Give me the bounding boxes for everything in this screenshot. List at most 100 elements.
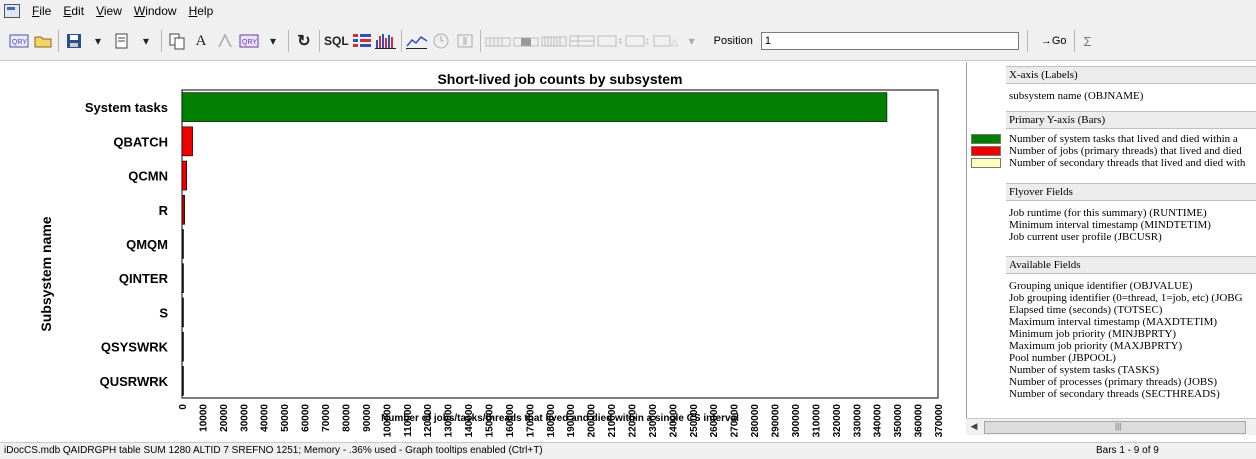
bar[interactable] xyxy=(181,160,187,191)
svg-text:△: △ xyxy=(671,37,678,47)
properties-dropdown-icon[interactable]: ▾ xyxy=(135,29,157,53)
bar[interactable] xyxy=(181,297,184,328)
y-tick-label: QCMN xyxy=(128,169,168,184)
y-tick-label: QSYSWRK xyxy=(101,340,169,355)
bars-dropdown-icon[interactable]: ▾ xyxy=(681,29,703,53)
menu-bar: File Edit View Window Help xyxy=(0,0,1256,23)
available-field[interactable]: Number of secondary threads (SECTHREADS) xyxy=(1009,388,1220,400)
sum-icon[interactable]: Σ xyxy=(1084,34,1092,49)
go-button[interactable]: →Go xyxy=(1037,35,1071,47)
legend-bar-label[interactable]: Number of jobs (primary threads) that li… xyxy=(1009,145,1242,157)
position-label: Position xyxy=(713,35,753,47)
x-tick-label: 60000 xyxy=(301,404,312,432)
x-tick-label: 80000 xyxy=(341,404,352,432)
flyover-field[interactable]: Job current user profile (JBCUSR) xyxy=(1009,231,1162,243)
bars-thin-icon[interactable] xyxy=(485,29,511,53)
svg-text:QRY: QRY xyxy=(242,39,257,46)
available-field[interactable]: Job grouping identifier (0=thread, 1=job… xyxy=(1009,292,1243,304)
available-field[interactable]: Maximum job priority (MAXJBPRTY) xyxy=(1009,340,1182,352)
toolbar-separator xyxy=(288,30,289,52)
y-tick-label: QUSRWRK xyxy=(100,374,169,389)
bars-wide-icon[interactable] xyxy=(541,29,567,53)
bars-sort-icon[interactable]: ‡ xyxy=(625,29,651,53)
x-tick-label: 30000 xyxy=(239,404,250,432)
xaxis-field[interactable]: subsystem name (OBJNAME) xyxy=(1009,90,1143,102)
line-chart-icon[interactable] xyxy=(405,29,428,53)
copy-icon[interactable] xyxy=(166,29,188,53)
legend-horizontal-scrollbar[interactable]: ◀ ||| xyxy=(966,418,1256,435)
legend-swatch-yellow[interactable] xyxy=(971,158,1001,168)
available-field[interactable]: Number of system tasks (TASKS) xyxy=(1009,364,1159,376)
available-field[interactable]: Minimum job priority (MINJBPRTY) xyxy=(1009,328,1176,340)
grid-toggle-icon[interactable] xyxy=(569,29,595,53)
query-options-dropdown-icon[interactable]: ▾ xyxy=(262,29,284,53)
flyover-field[interactable]: Minimum interval timestamp (MINDTETIM) xyxy=(1009,219,1211,231)
x-tick-label: 290000 xyxy=(771,404,782,438)
x-axis-title: Number of jobs/tasks/threads that lived … xyxy=(381,413,739,424)
x-tick-label: 20000 xyxy=(219,404,230,432)
properties-icon[interactable] xyxy=(111,29,133,53)
sql-button[interactable]: SQL xyxy=(324,29,349,53)
format-icon[interactable] xyxy=(214,29,236,53)
status-text: iDocCS.mdb QAIDRGPH table SUM 1280 ALTID… xyxy=(4,445,543,456)
xaxis-header: X-axis (Labels) xyxy=(1006,66,1256,84)
timeline-icon[interactable] xyxy=(454,29,476,53)
bar[interactable] xyxy=(181,331,184,362)
chart-title: Short-lived job counts by subsystem xyxy=(437,71,682,87)
legend-bar-label[interactable]: Number of system tasks that lived and di… xyxy=(1009,133,1238,145)
available-field[interactable]: Number of processes (primary threads) (J… xyxy=(1009,376,1217,388)
bars-scroll-icon[interactable]: ⇕ xyxy=(597,29,623,53)
scroll-left-icon[interactable]: ◀ xyxy=(968,421,980,433)
flyover-header: Flyover Fields xyxy=(1006,183,1256,201)
available-field[interactable]: Elapsed time (seconds) (TOTSEC) xyxy=(1009,304,1162,316)
font-icon[interactable]: A xyxy=(190,29,212,53)
save-icon[interactable] xyxy=(63,29,85,53)
scroll-thumb[interactable]: ||| xyxy=(984,421,1246,434)
bar[interactable] xyxy=(181,263,184,294)
menu-view[interactable]: View xyxy=(90,4,128,18)
menu-file[interactable]: File xyxy=(26,4,57,18)
bars-medium-icon[interactable] xyxy=(513,29,539,53)
legend-swatch-green[interactable] xyxy=(971,134,1001,144)
x-tick-label: 40000 xyxy=(260,404,271,432)
x-tick-label: 360000 xyxy=(914,404,925,438)
menu-help[interactable]: Help xyxy=(183,4,220,18)
bar[interactable] xyxy=(181,194,185,225)
bars-count: Bars 1 - 9 of 9 xyxy=(1096,445,1159,456)
svg-text:‡: ‡ xyxy=(645,37,649,46)
bar-chart-icon[interactable] xyxy=(374,29,397,53)
x-tick-label: 330000 xyxy=(852,404,863,438)
available-field[interactable]: Grouping unique identifier (OBJVALUE) xyxy=(1009,280,1192,292)
toolbar-separator xyxy=(58,30,59,52)
bars-triangle-icon[interactable]: △ xyxy=(653,29,679,53)
position-input[interactable] xyxy=(760,32,1019,50)
y-tick-label: S xyxy=(159,305,168,320)
legend-swatch-red[interactable] xyxy=(971,146,1001,156)
query-icon[interactable]: QRY xyxy=(8,29,30,53)
x-tick-label: 370000 xyxy=(934,404,945,438)
clock-icon[interactable] xyxy=(430,29,452,53)
query-options-icon[interactable]: QRY xyxy=(238,29,260,53)
bar-chart: Short-lived job counts by subsystem Syst… xyxy=(38,71,945,438)
flyover-field[interactable]: Job runtime (for this summary) (RUNTIME) xyxy=(1009,207,1207,219)
menu-edit[interactable]: Edit xyxy=(57,4,90,18)
bar[interactable] xyxy=(181,229,184,259)
status-bar: iDocCS.mdb QAIDRGPH table SUM 1280 ALTID… xyxy=(0,442,1256,459)
bar[interactable] xyxy=(181,366,184,396)
svg-text:⇕: ⇕ xyxy=(617,37,623,46)
open-folder-icon[interactable] xyxy=(32,29,54,53)
refresh-icon[interactable]: ↻ xyxy=(293,29,315,53)
bar[interactable] xyxy=(181,126,193,157)
y-tick-label: QINTER xyxy=(119,271,169,286)
bar[interactable] xyxy=(181,92,888,122)
legend-bar-label[interactable]: Number of secondary threads that lived a… xyxy=(1009,157,1245,169)
legend-panel: X-axis (Labels) subsystem name (OBJNAME)… xyxy=(966,62,1256,432)
svg-text:QRY: QRY xyxy=(12,39,27,46)
available-field[interactable]: Pool number (JBPOOL) xyxy=(1009,352,1116,364)
table-view-icon[interactable] xyxy=(351,29,373,53)
menu-window[interactable]: Window xyxy=(128,4,183,18)
available-field[interactable]: Maximum interval timestamp (MAXDTETIM) xyxy=(1009,316,1217,328)
save-dropdown-icon[interactable]: ▾ xyxy=(87,29,109,53)
yaxis-header: Primary Y-axis (Bars) xyxy=(1006,111,1256,129)
y-tick-label: R xyxy=(159,203,169,218)
